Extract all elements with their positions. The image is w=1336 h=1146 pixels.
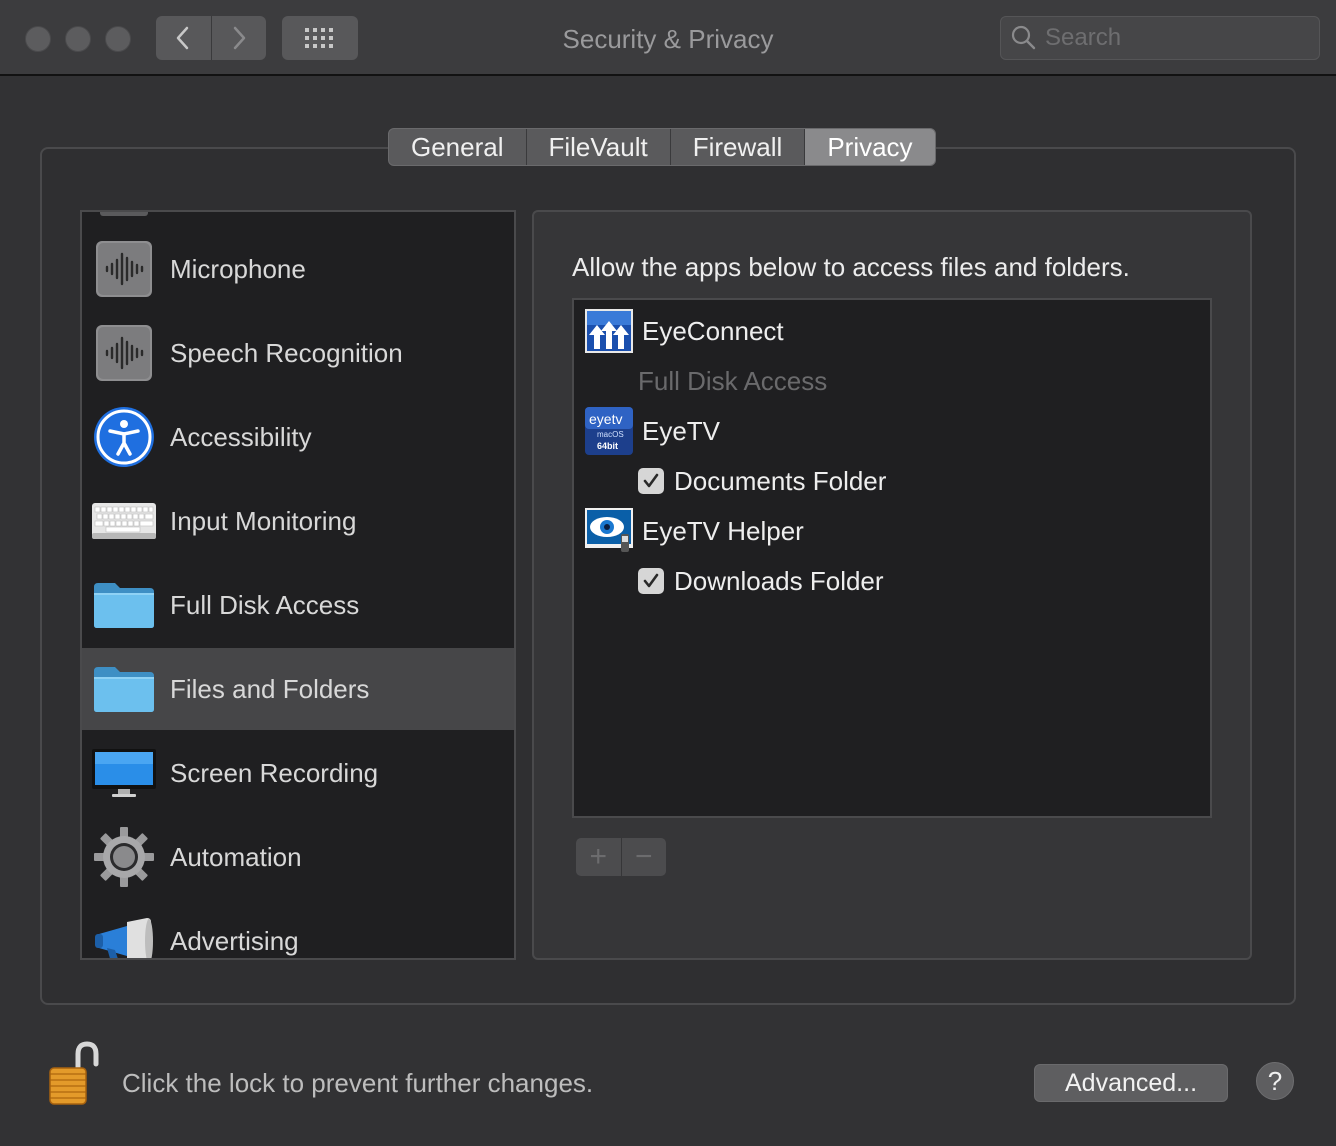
search-icon xyxy=(1011,25,1036,50)
tab-filevault[interactable]: FileVault xyxy=(525,129,670,165)
waveform-icon xyxy=(92,237,156,301)
sidebar-item-microphone[interactable]: Microphone xyxy=(82,228,514,310)
sidebar-item-label: Input Monitoring xyxy=(170,505,357,536)
panel-heading: Allow the apps below to access files and… xyxy=(572,252,1130,282)
title-bar: Security & Privacy xyxy=(0,0,1336,76)
sidebar-item-label: Automation xyxy=(170,841,302,872)
sidebar-item-screen-recording[interactable]: Screen Recording xyxy=(82,732,514,814)
lock-status-text: Click the lock to prevent further change… xyxy=(122,1068,594,1098)
unlocked-padlock-icon[interactable] xyxy=(48,1040,102,1108)
add-remove-control: + − xyxy=(576,838,666,876)
permission-label: Full Disk Access xyxy=(638,365,828,396)
tab-general[interactable]: General xyxy=(389,129,526,165)
app-row-eyetv-helper[interactable]: EyeTV Helper xyxy=(584,506,804,556)
tab-bar: General FileVault Firewall Privacy xyxy=(388,128,936,166)
sidebar-item-label: Screen Recording xyxy=(170,757,379,788)
eyetv-icon-bits: 64bit xyxy=(597,441,618,451)
app-row-eyeconnect[interactable]: EyeConnect xyxy=(584,306,784,356)
eyetv-helper-icon xyxy=(584,506,634,556)
eyetv-icon-platform: macOS xyxy=(597,430,624,439)
gear-icon xyxy=(92,825,156,889)
app-permissions-list[interactable]: EyeConnect Full Disk Access eyetv macOS … xyxy=(572,298,1212,818)
waveform-icon xyxy=(92,321,156,385)
sidebar-item-label: Microphone xyxy=(170,253,306,284)
advanced-button[interactable]: Advanced... xyxy=(1034,1064,1228,1102)
search-input[interactable] xyxy=(1045,24,1305,52)
permission-downloads-folder[interactable]: Downloads Folder xyxy=(638,556,884,606)
eyeconnect-icon xyxy=(584,306,634,356)
checkmark-icon xyxy=(643,573,659,588)
permission-full-disk-access: Full Disk Access xyxy=(638,356,827,406)
keyboard-icon xyxy=(92,489,156,553)
megaphone-icon xyxy=(92,909,156,958)
partial-item-icon xyxy=(100,212,148,216)
app-name: EyeTV Helper xyxy=(642,515,804,546)
display-icon xyxy=(92,741,156,805)
app-name: EyeConnect xyxy=(642,315,784,346)
eyetv-icon-brand: eyetv xyxy=(589,411,622,427)
sidebar-item-accessibility[interactable]: Accessibility xyxy=(82,396,514,478)
permission-documents-folder[interactable]: Documents Folder xyxy=(638,456,886,506)
downloads-folder-checkbox[interactable] xyxy=(638,568,664,594)
help-button[interactable]: ? xyxy=(1256,1062,1294,1100)
privacy-category-list[interactable]: Microphone Speech Recognition Accessibil… xyxy=(80,210,516,960)
remove-app-button[interactable]: − xyxy=(620,838,667,876)
app-row-eyetv[interactable]: eyetv macOS 64bit EyeTV xyxy=(584,406,720,456)
sidebar-item-advertising[interactable]: Advertising xyxy=(82,900,514,958)
search-field[interactable] xyxy=(1000,16,1320,60)
sidebar-item-automation[interactable]: Automation xyxy=(82,816,514,898)
sidebar-item-full-disk-access[interactable]: Full Disk Access xyxy=(82,564,514,646)
folder-icon xyxy=(92,657,156,721)
sidebar-item-label: Full Disk Access xyxy=(170,589,360,620)
tab-privacy[interactable]: Privacy xyxy=(804,129,935,165)
app-name: EyeTV xyxy=(642,415,721,446)
sidebar-item-label: Speech Recognition xyxy=(170,337,403,368)
accessibility-icon xyxy=(92,405,156,469)
folder-icon xyxy=(92,573,156,637)
permission-label: Downloads Folder xyxy=(674,565,884,596)
eyetv-icon: eyetv macOS 64bit xyxy=(584,406,634,456)
sidebar-item-input-monitoring[interactable]: Input Monitoring xyxy=(82,480,514,562)
tab-firewall[interactable]: Firewall xyxy=(669,129,805,165)
permission-label: Documents Folder xyxy=(674,465,887,496)
sidebar-item-files-and-folders[interactable]: Files and Folders xyxy=(82,648,514,730)
checkmark-icon xyxy=(643,473,659,488)
sidebar-item-label: Files and Folders xyxy=(170,673,370,704)
documents-folder-checkbox[interactable] xyxy=(638,468,664,494)
sidebar-item-speech-recognition[interactable]: Speech Recognition xyxy=(82,312,514,394)
sidebar-item-label: Advertising xyxy=(170,925,299,956)
sidebar-item-label: Accessibility xyxy=(170,421,312,452)
add-app-button[interactable]: + xyxy=(576,838,621,876)
